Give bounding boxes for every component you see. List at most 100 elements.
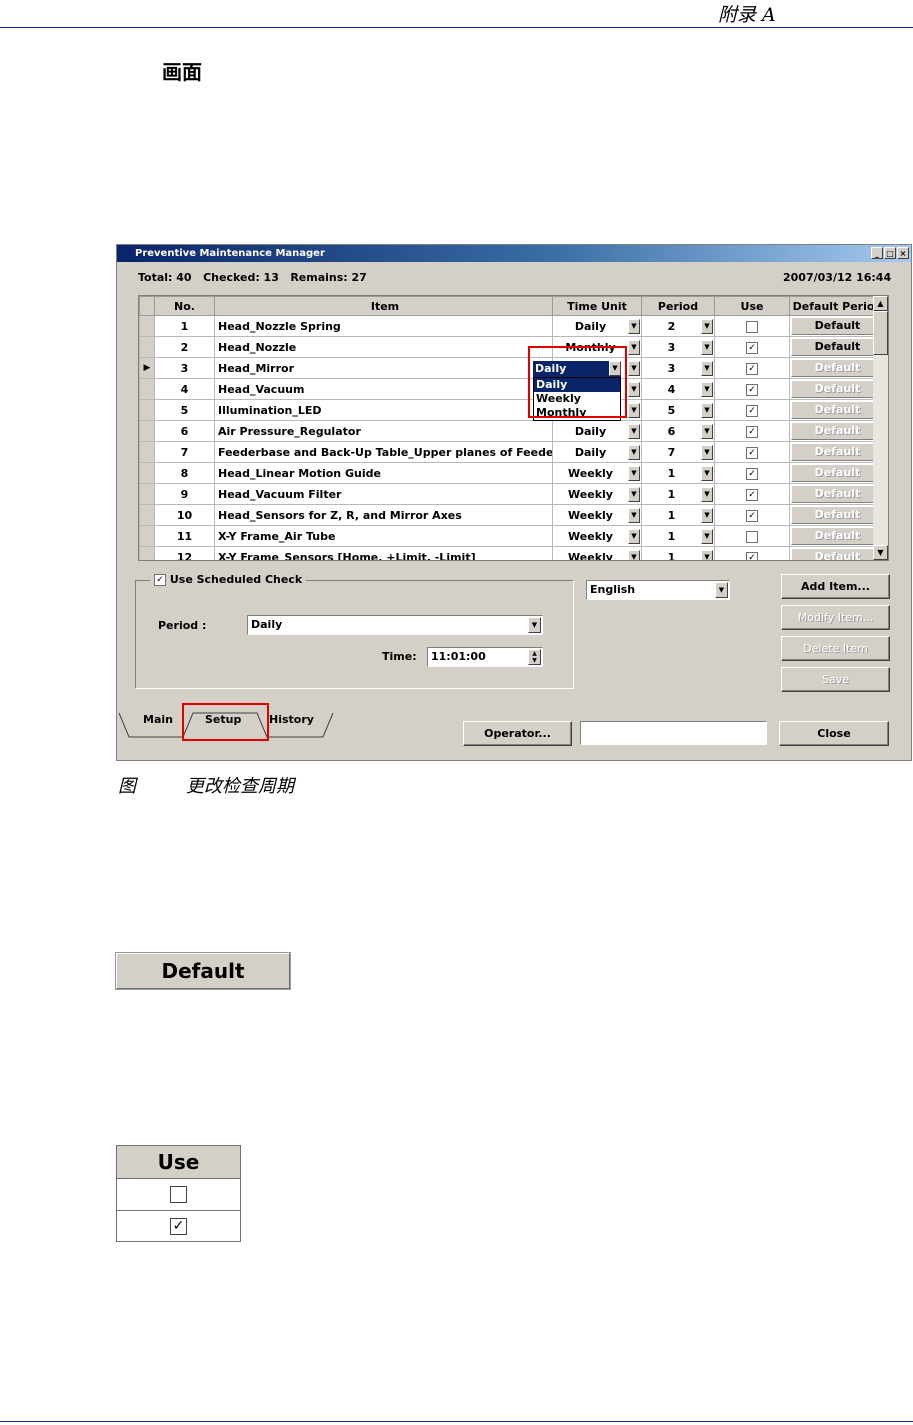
chevron-down-icon[interactable]: ▼ xyxy=(628,423,640,439)
row-use-cell[interactable]: ✓ xyxy=(714,483,790,505)
chevron-down-icon[interactable]: ▼ xyxy=(701,507,713,523)
row-period-select[interactable]: 1 ▼ xyxy=(641,525,715,547)
row-default-button[interactable]: Default xyxy=(791,464,884,482)
row-use-cell[interactable]: ✓ xyxy=(714,357,790,379)
row-use-cell[interactable] xyxy=(714,315,790,337)
close-button[interactable]: Close xyxy=(779,721,889,746)
col-header-period[interactable]: Period xyxy=(641,296,715,316)
chevron-down-icon[interactable]: ▼ xyxy=(628,339,640,355)
row-default-button[interactable]: Default xyxy=(791,380,884,398)
table-row[interactable]: 10 Head_Sensors for Z, R, and Mirror Axes… xyxy=(139,504,886,526)
chevron-down-icon[interactable]: ▼ xyxy=(701,339,713,355)
close-window-icon[interactable]: × xyxy=(897,247,909,259)
row-period-select[interactable]: 1 ▼ xyxy=(641,483,715,505)
row-default-button[interactable]: Default xyxy=(791,485,884,503)
checked-checkbox-icon[interactable]: ✓ xyxy=(746,467,758,480)
row-period-select[interactable]: 1 ▼ xyxy=(641,462,715,484)
row-time-unit-select[interactable]: Daily ▼ xyxy=(552,420,642,442)
checked-checkbox-icon[interactable]: ✓ xyxy=(746,362,758,375)
row-default-button[interactable]: Default xyxy=(791,338,884,356)
table-row[interactable]: 1 Head_Nozzle Spring Daily ▼ 2 ▼ Default xyxy=(139,315,886,337)
time-spinner[interactable]: 11:01:00 ▲ ▼ xyxy=(427,647,543,667)
checked-checkbox-icon[interactable]: ✓ xyxy=(746,551,758,560)
save-button[interactable]: Save xyxy=(781,667,890,692)
table-row[interactable]: 11 X-Y Frame_Air Tube Weekly ▼ 1 ▼ Default xyxy=(139,525,886,547)
row-period-select[interactable]: 3 ▼ xyxy=(641,336,715,358)
row-default-button[interactable]: Default xyxy=(791,359,884,377)
operator-button[interactable]: Operator... xyxy=(463,721,572,746)
checked-checkbox-icon[interactable]: ✓ xyxy=(746,341,758,354)
chevron-down-icon[interactable]: ▼ xyxy=(628,444,640,460)
row-use-cell[interactable]: ✓ xyxy=(714,399,790,421)
checked-checkbox-icon[interactable]: ✓ xyxy=(746,446,758,459)
row-period-select[interactable]: 6 ▼ xyxy=(641,420,715,442)
checked-checkbox-icon[interactable]: ✓ xyxy=(746,488,758,501)
spinner-arrows-icon[interactable]: ▲ ▼ xyxy=(528,649,541,665)
table-row[interactable]: 7 Feederbase and Back-Up Table_Upper plan… xyxy=(139,441,886,463)
row-time-unit-select[interactable]: Weekly ▼ xyxy=(552,504,642,526)
checked-checkbox-icon[interactable]: ✓ xyxy=(746,509,758,522)
row-default-button[interactable]: Default xyxy=(791,506,884,524)
table-row[interactable]: 8 Head_Linear Motion Guide Weekly ▼ 1 ▼ ✓ Defau… xyxy=(139,462,886,484)
table-row[interactable]: ▶3Head_MirrorDaily▼3▼✓Default xyxy=(139,357,886,379)
row-use-cell[interactable]: ✓ xyxy=(714,378,790,400)
period-select[interactable]: Daily ▼ xyxy=(247,615,543,635)
scroll-thumb[interactable] xyxy=(873,311,888,355)
chevron-down-icon[interactable]: ▼ xyxy=(628,402,640,418)
chevron-down-icon[interactable]: ▼ xyxy=(715,582,728,598)
table-row[interactable]: 12 X-Y Frame_Sensors [Home, +Limit, -Limi… xyxy=(139,546,886,560)
unchecked-checkbox-icon[interactable] xyxy=(746,320,758,333)
chevron-down-icon[interactable]: ▼ xyxy=(701,402,713,418)
tab-main[interactable]: Main xyxy=(143,709,173,735)
chevron-down-icon[interactable]: ▼ xyxy=(701,444,713,460)
row-period-select[interactable]: 4 ▼ xyxy=(641,378,715,400)
language-select[interactable]: English ▼ xyxy=(586,580,730,600)
chevron-down-icon[interactable]: ▼ xyxy=(701,423,713,439)
row-period-select[interactable]: 5 ▼ xyxy=(641,399,715,421)
scroll-up-icon[interactable]: ▲ xyxy=(873,296,888,311)
checked-checkbox-icon[interactable]: ✓ xyxy=(746,425,758,438)
chevron-down-icon[interactable]: ▼ xyxy=(628,507,640,523)
add-item-button[interactable]: Add Item... xyxy=(781,574,890,599)
chevron-down-icon[interactable]: ▼ xyxy=(701,318,713,334)
table-row[interactable]: 4Head_VacuumDaily▼4▼✓Default xyxy=(139,378,886,400)
row-default-button[interactable]: Default xyxy=(791,527,884,545)
row-use-cell[interactable]: ✓ xyxy=(714,441,790,463)
checked-checkbox-icon[interactable]: ✓ xyxy=(746,383,758,396)
chevron-down-icon[interactable]: ▼ xyxy=(528,617,541,633)
chevron-down-icon[interactable]: ▼ xyxy=(701,528,713,544)
table-row[interactable]: 5Illumination_LEDDaily▼5▼✓Default xyxy=(139,399,886,421)
chevron-down-icon[interactable]: ▼ xyxy=(628,465,640,481)
chevron-down-icon[interactable]: ▼ xyxy=(628,360,640,376)
chevron-down-icon[interactable]: ▼ xyxy=(628,549,640,560)
chevron-down-icon[interactable]: ▼ xyxy=(701,486,713,502)
row-default-button[interactable]: Default xyxy=(791,422,884,440)
col-header-time-unit[interactable]: Time Unit xyxy=(552,296,642,316)
row-period-select[interactable]: 3 ▼ xyxy=(641,357,715,379)
row-period-select[interactable]: 2 ▼ xyxy=(641,315,715,337)
chevron-down-icon[interactable]: ▼ xyxy=(628,528,640,544)
row-period-select[interactable]: 1 ▼ xyxy=(641,546,715,560)
row-use-cell[interactable]: ✓ xyxy=(714,420,790,442)
row-period-select[interactable]: 7 ▼ xyxy=(641,441,715,463)
tab-history[interactable]: History xyxy=(269,709,314,735)
row-time-unit-select[interactable]: Weekly ▼ xyxy=(552,546,642,560)
checked-checkbox-icon[interactable]: ✓ xyxy=(746,404,758,417)
col-header-item[interactable]: Item xyxy=(214,296,553,316)
row-time-unit-select[interactable]: Weekly ▼ xyxy=(552,483,642,505)
table-row[interactable]: 9 Head_Vacuum Filter Weekly ▼ 1 ▼ ✓ Default xyxy=(139,483,886,505)
modify-item-button[interactable]: Modify Item... xyxy=(781,605,890,630)
unchecked-checkbox-icon[interactable] xyxy=(746,530,758,543)
chevron-down-icon[interactable]: ▼ xyxy=(701,360,713,376)
delete-item-button[interactable]: Delete Item xyxy=(781,636,890,661)
row-time-unit-select[interactable]: Daily ▼ xyxy=(552,441,642,463)
row-use-cell[interactable]: ✓ xyxy=(714,336,790,358)
row-default-button[interactable]: Default xyxy=(791,443,884,461)
table-row[interactable]: 6 Air Pressure_Regulator Daily ▼ 6 ▼ ✓ Default xyxy=(139,420,886,442)
row-default-button[interactable]: Default xyxy=(791,401,884,419)
row-default-button[interactable]: Default xyxy=(791,317,884,335)
col-header-use[interactable]: Use xyxy=(714,296,790,316)
maximize-icon[interactable]: □ xyxy=(884,247,896,259)
minimize-icon[interactable]: _ xyxy=(871,247,883,259)
row-time-unit-select[interactable]: Weekly ▼ xyxy=(552,525,642,547)
